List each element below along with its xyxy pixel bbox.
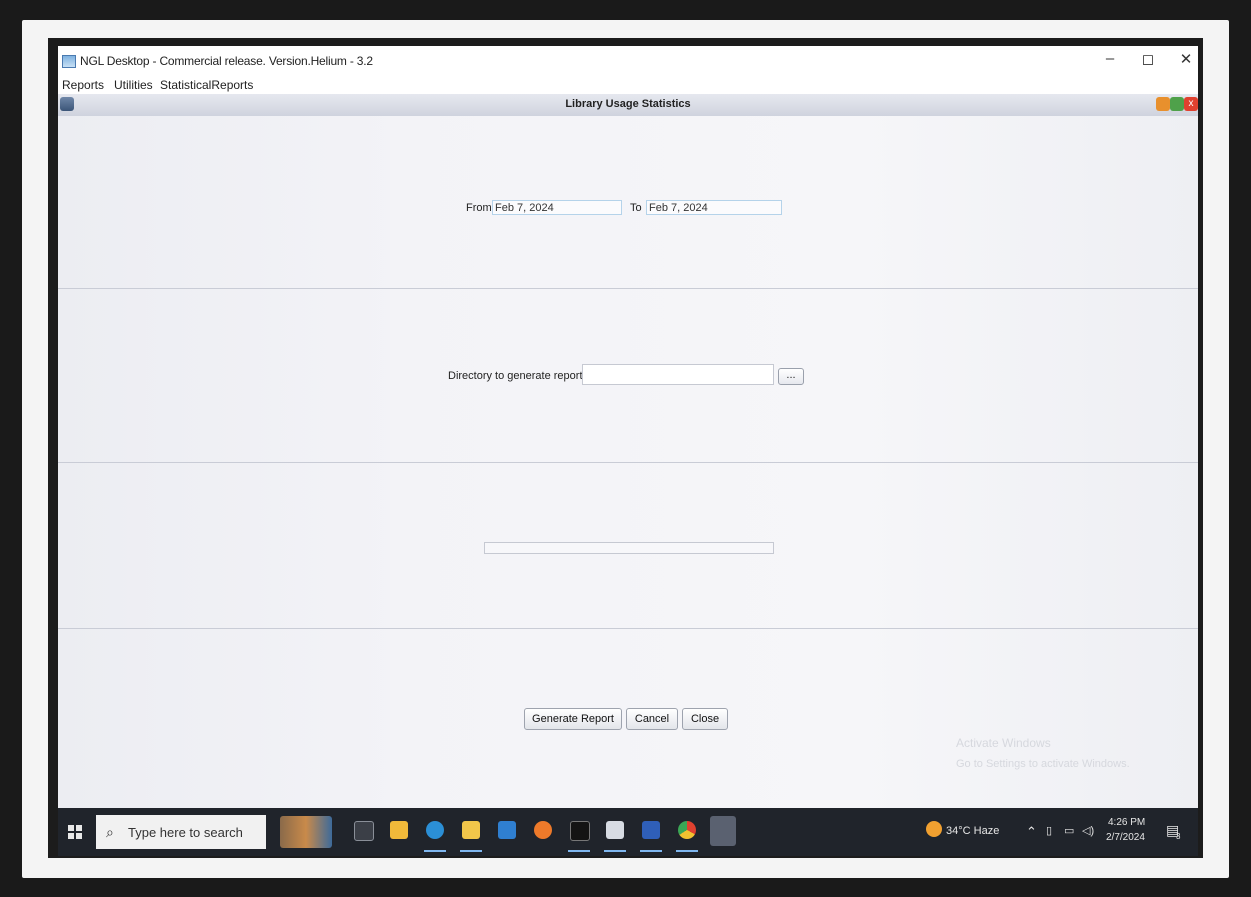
store-icon[interactable] [390, 821, 408, 839]
monitor-screen: NGL Desktop - Commercial release. Versio… [48, 38, 1203, 858]
active-indicator [640, 850, 662, 852]
from-date-field[interactable]: Feb 7, 2024 [492, 200, 622, 215]
frame-iconify-button[interactable] [1156, 97, 1170, 111]
directory-input[interactable] [582, 364, 774, 385]
notification-count: 3 [1176, 832, 1181, 841]
internal-frame-title: Library Usage Statistics [565, 98, 691, 110]
browse-button[interactable]: ... [778, 368, 804, 385]
clock-date[interactable]: 2/7/2024 [1106, 832, 1145, 843]
app-icon [62, 55, 76, 68]
java-app-icon[interactable] [606, 821, 624, 839]
weather-icon [926, 821, 942, 837]
taskbar-search[interactable]: ⌕ Type here to search [96, 815, 266, 849]
frame-maximize-button[interactable] [1170, 97, 1184, 111]
weather-text[interactable]: 34°C Haze [946, 825, 999, 837]
to-label: To [630, 202, 642, 214]
section-divider [58, 462, 1198, 463]
edge-icon[interactable] [426, 821, 444, 839]
directory-label: Directory to generate reports [448, 370, 589, 382]
network-icon[interactable]: ▯ [1046, 824, 1052, 837]
to-date-field[interactable]: Feb 7, 2024 [646, 200, 782, 215]
minimize-button[interactable]: – [1096, 50, 1124, 67]
from-label: From [466, 202, 492, 214]
ngl-desktop-icon[interactable] [710, 816, 736, 846]
firefox-icon[interactable] [534, 821, 552, 839]
menu-reports[interactable]: Reports [62, 78, 104, 92]
search-placeholder: Type here to search [128, 825, 243, 840]
menu-utilities[interactable]: Utilities [114, 78, 153, 92]
active-indicator [568, 850, 590, 852]
search-highlight-icon[interactable] [280, 816, 332, 848]
window-titlebar: NGL Desktop - Commercial release. Versio… [58, 46, 1198, 76]
active-indicator [676, 850, 698, 852]
maximize-button[interactable]: ◻ [1134, 50, 1162, 68]
chevron-up-icon[interactable]: ⌃ [1026, 824, 1037, 840]
active-indicator [424, 850, 446, 852]
task-view-icon[interactable] [354, 821, 374, 841]
close-window-button[interactable]: ✕ [1172, 50, 1200, 68]
clock-time[interactable]: 4:26 PM [1108, 817, 1145, 828]
windows-start-icon[interactable] [68, 825, 82, 839]
frame-close-button[interactable]: x [1184, 97, 1198, 111]
active-indicator [604, 850, 626, 852]
file-explorer-icon[interactable] [462, 821, 480, 839]
menu-bar: Reports Utilities StatisticalReports [58, 76, 1198, 94]
close-button[interactable]: Close [682, 708, 728, 730]
generate-report-button[interactable]: Generate Report [524, 708, 622, 730]
section-divider [58, 288, 1198, 289]
mail-icon[interactable] [498, 821, 516, 839]
active-indicator [460, 850, 482, 852]
activation-watermark-text: Go to Settings to activate Windows. [956, 758, 1130, 770]
report-form: From Feb 7, 2024 To Feb 7, 2024 Director… [58, 116, 1198, 808]
internal-frame-titlebar: Library Usage Statistics x [58, 94, 1198, 117]
volume-icon[interactable]: ◁) [1082, 824, 1094, 837]
chrome-icon[interactable] [678, 821, 696, 839]
activation-watermark-title: Activate Windows [956, 736, 1051, 750]
cancel-button[interactable]: Cancel [626, 708, 678, 730]
terminal-icon[interactable] [570, 821, 590, 841]
search-icon: ⌕ [106, 824, 114, 840]
taskbar: ⌕ Type here to search 34°C Haze ⌃ ▯ ▭ ◁)… [58, 808, 1198, 856]
word-icon[interactable] [642, 821, 660, 839]
window-title: NGL Desktop - Commercial release. Versio… [80, 54, 373, 68]
progress-bar [484, 542, 774, 554]
menu-statistical-reports[interactable]: StatisticalReports [160, 78, 253, 92]
display-icon[interactable]: ▭ [1064, 824, 1074, 837]
section-divider [58, 628, 1198, 629]
